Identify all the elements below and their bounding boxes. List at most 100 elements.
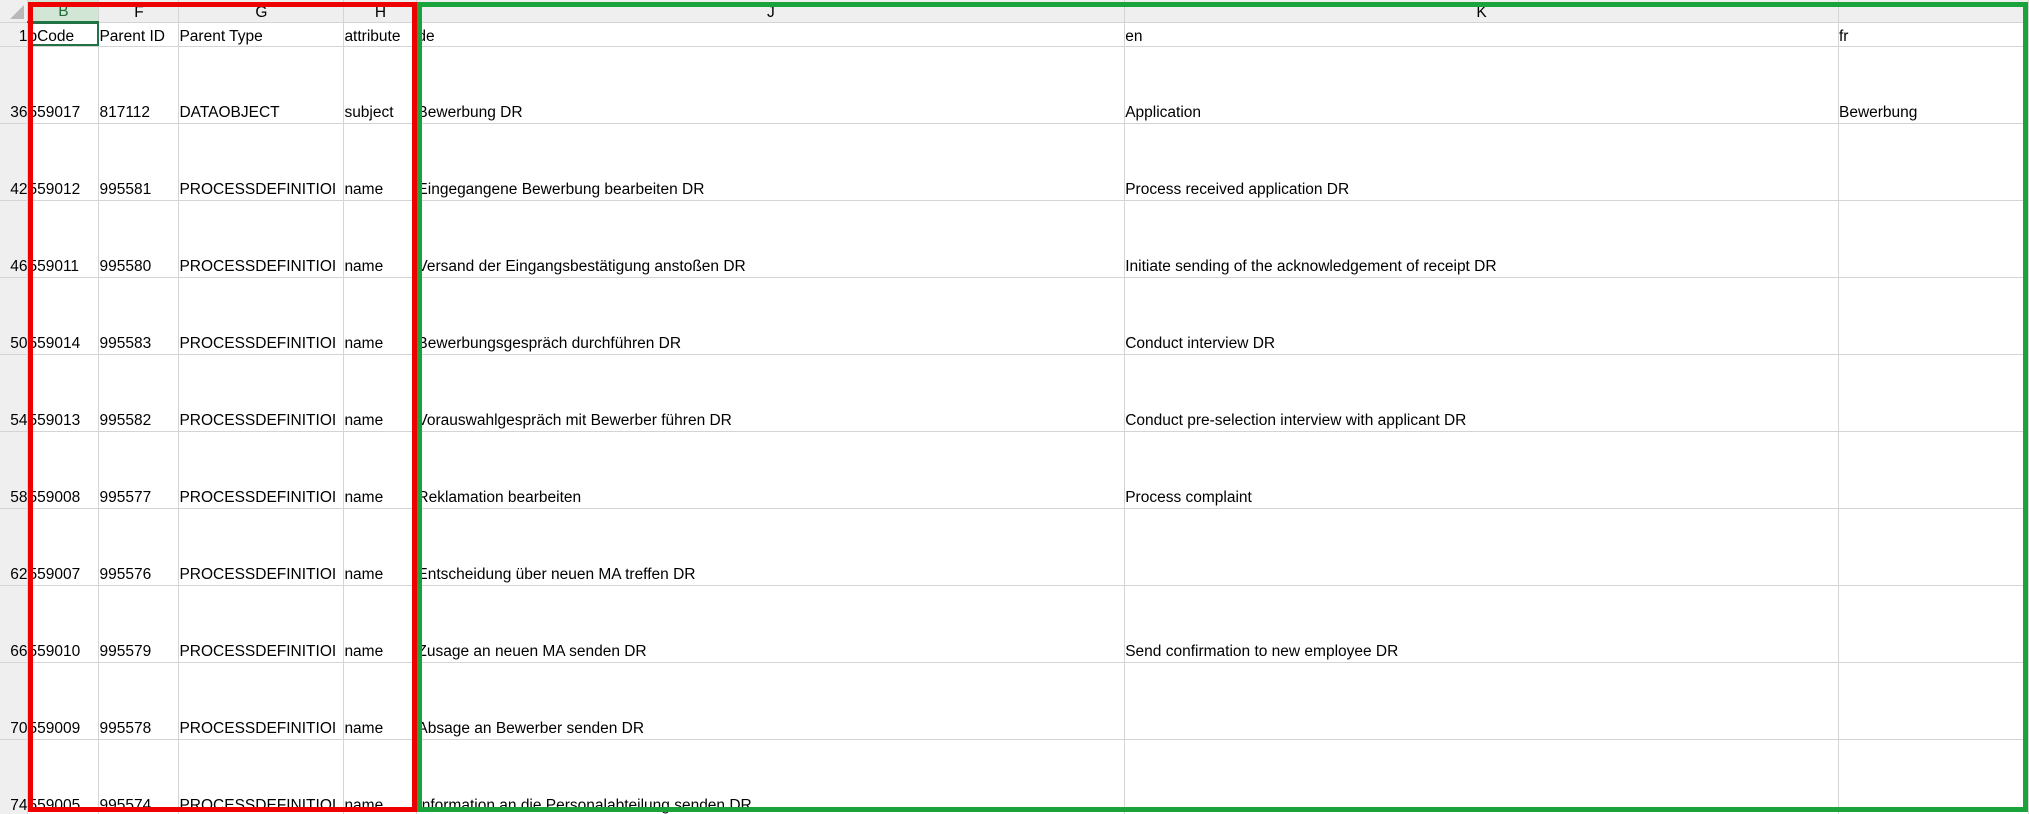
table-row: 58 559008 995577 PROCESSDEFINITIOI name Rekla…	[0, 431, 2029, 509]
cell-parent-id[interactable]: 995581	[98, 123, 180, 201]
cell-attribute[interactable]: name	[343, 508, 418, 586]
cell-fr[interactable]	[1838, 354, 2029, 432]
cell-de[interactable]: Information an die Personalabteilung sen…	[416, 739, 1126, 814]
cell-parent-type[interactable]: PROCESSDEFINITIOI	[178, 739, 345, 814]
cell-attribute[interactable]: name	[343, 354, 418, 432]
cell-parent-type[interactable]: PROCESSDEFINITIOI	[178, 508, 345, 586]
cell-parent-type[interactable]: PROCESSDEFINITIOI	[178, 662, 345, 740]
row-header[interactable]: 74	[0, 739, 29, 814]
row-header[interactable]: 36	[0, 46, 29, 124]
cell-attribute[interactable]: name	[343, 662, 418, 740]
cell-attribute[interactable]: name	[343, 123, 418, 201]
row-header[interactable]: 42	[0, 123, 29, 201]
column-header-l[interactable]	[1838, 0, 2029, 23]
cell-header-parent-id[interactable]: Parent ID	[98, 22, 180, 47]
cell-parent-type[interactable]: PROCESSDEFINITIOI	[178, 123, 345, 201]
cell-pcode[interactable]: 559017	[27, 46, 100, 124]
cell-parent-id[interactable]: 995580	[98, 200, 180, 278]
cell-parent-id[interactable]: 995582	[98, 354, 180, 432]
cell-pcode[interactable]: 559005	[27, 739, 100, 814]
row-header[interactable]: 70	[0, 662, 29, 740]
header-data-row: 1 pCode Parent ID Parent Type attribute …	[0, 22, 2029, 47]
cell-fr[interactable]	[1838, 739, 2029, 814]
cell-pcode[interactable]: 559010	[27, 585, 100, 663]
cell-en[interactable]: Application	[1124, 46, 1839, 124]
cell-parent-type[interactable]: PROCESSDEFINITIOI	[178, 585, 345, 663]
cell-en[interactable]: Send confirmation to new employee DR	[1124, 585, 1839, 663]
column-header-k[interactable]: K	[1124, 0, 1839, 23]
cell-parent-type[interactable]: PROCESSDEFINITIOI	[178, 277, 345, 355]
cell-pcode[interactable]: 559012	[27, 123, 100, 201]
cell-fr[interactable]	[1838, 662, 2029, 740]
row-header[interactable]: 46	[0, 200, 29, 278]
row-header[interactable]: 58	[0, 431, 29, 509]
cell-parent-id[interactable]: 995576	[98, 508, 180, 586]
cell-parent-id[interactable]: 995579	[98, 585, 180, 663]
cell-en[interactable]	[1124, 739, 1839, 814]
column-header-f[interactable]: F	[98, 0, 180, 23]
cell-de[interactable]: Versand der Eingangsbestätigung anstoßen…	[416, 200, 1126, 278]
cell-fr[interactable]	[1838, 431, 2029, 509]
cell-pcode[interactable]: 559013	[27, 354, 100, 432]
column-header-b[interactable]: B	[27, 0, 100, 23]
cell-fr[interactable]: Bewerbung	[1838, 46, 2029, 124]
cell-de[interactable]: Eingegangene Bewerbung bearbeiten DR	[416, 123, 1126, 201]
cell-header-parent-type[interactable]: Parent Type	[178, 22, 345, 47]
row-header[interactable]: 1	[0, 22, 29, 47]
cell-en[interactable]: Conduct interview DR	[1124, 277, 1839, 355]
cell-de[interactable]: Vorauswahlgespräch mit Bewerber führen D…	[416, 354, 1126, 432]
cell-pcode[interactable]: 559008	[27, 431, 100, 509]
cell-parent-id[interactable]: 817112	[98, 46, 180, 124]
cell-attribute[interactable]: name	[343, 200, 418, 278]
cell-attribute[interactable]: name	[343, 431, 418, 509]
cell-pcode[interactable]: 559014	[27, 277, 100, 355]
cell-table: B F G H J K 1 pCode Parent ID Parent Typ…	[0, 0, 2029, 814]
row-header[interactable]: 66	[0, 585, 29, 663]
cell-parent-type[interactable]: DATAOBJECT	[178, 46, 345, 124]
cell-pcode[interactable]: 559009	[27, 662, 100, 740]
cell-parent-id[interactable]: 995577	[98, 431, 180, 509]
cell-fr[interactable]	[1838, 123, 2029, 201]
cell-en[interactable]	[1124, 662, 1839, 740]
cell-attribute[interactable]: name	[343, 585, 418, 663]
cell-en[interactable]: Process received application DR	[1124, 123, 1839, 201]
row-header[interactable]: 50	[0, 277, 29, 355]
cell-header-pcode[interactable]: pCode	[27, 22, 100, 47]
column-header-j[interactable]: J	[416, 0, 1126, 23]
cell-de[interactable]: Zusage an neuen MA senden DR	[416, 585, 1126, 663]
cell-header-fr[interactable]: fr	[1838, 22, 2029, 47]
cell-pcode[interactable]: 559011	[27, 200, 100, 278]
cell-attribute[interactable]: name	[343, 739, 418, 814]
cell-parent-type[interactable]: PROCESSDEFINITIOI	[178, 200, 345, 278]
cell-en[interactable]: Initiate sending of the acknowledgement …	[1124, 200, 1839, 278]
cell-parent-type[interactable]: PROCESSDEFINITIOI	[178, 431, 345, 509]
cell-de[interactable]: Entscheidung über neuen MA treffen DR	[416, 508, 1126, 586]
cell-fr[interactable]	[1838, 585, 2029, 663]
cell-header-attribute[interactable]: attribute	[343, 22, 418, 47]
cell-fr[interactable]	[1838, 200, 2029, 278]
cell-parent-id[interactable]: 995574	[98, 739, 180, 814]
cell-en[interactable]: Process complaint	[1124, 431, 1839, 509]
column-header-h[interactable]: H	[343, 0, 418, 23]
cell-pcode[interactable]: 559007	[27, 508, 100, 586]
select-all-corner[interactable]	[0, 0, 29, 23]
column-header-g[interactable]: G	[178, 0, 345, 23]
row-header[interactable]: 54	[0, 354, 29, 432]
cell-attribute[interactable]: subject	[343, 46, 418, 124]
cell-en[interactable]: Conduct pre-selection interview with app…	[1124, 354, 1839, 432]
cell-header-en[interactable]: en	[1124, 22, 1839, 47]
cell-fr[interactable]	[1838, 277, 2029, 355]
cell-parent-id[interactable]: 995583	[98, 277, 180, 355]
cell-fr[interactable]	[1838, 508, 2029, 586]
cell-de[interactable]: Reklamation bearbeiten	[416, 431, 1126, 509]
row-header[interactable]: 62	[0, 508, 29, 586]
cell-de[interactable]: Bewerbung DR	[416, 46, 1126, 124]
cell-de[interactable]: Bewerbungsgespräch durchführen DR	[416, 277, 1126, 355]
cell-de[interactable]: Absage an Bewerber senden DR	[416, 662, 1126, 740]
cell-header-de[interactable]: de	[416, 22, 1126, 47]
spreadsheet-grid[interactable]: B F G H J K 1 pCode Parent ID Parent Typ…	[0, 0, 2029, 814]
cell-parent-type[interactable]: PROCESSDEFINITIOI	[178, 354, 345, 432]
cell-parent-id[interactable]: 995578	[98, 662, 180, 740]
cell-attribute[interactable]: name	[343, 277, 418, 355]
cell-en[interactable]	[1124, 508, 1839, 586]
